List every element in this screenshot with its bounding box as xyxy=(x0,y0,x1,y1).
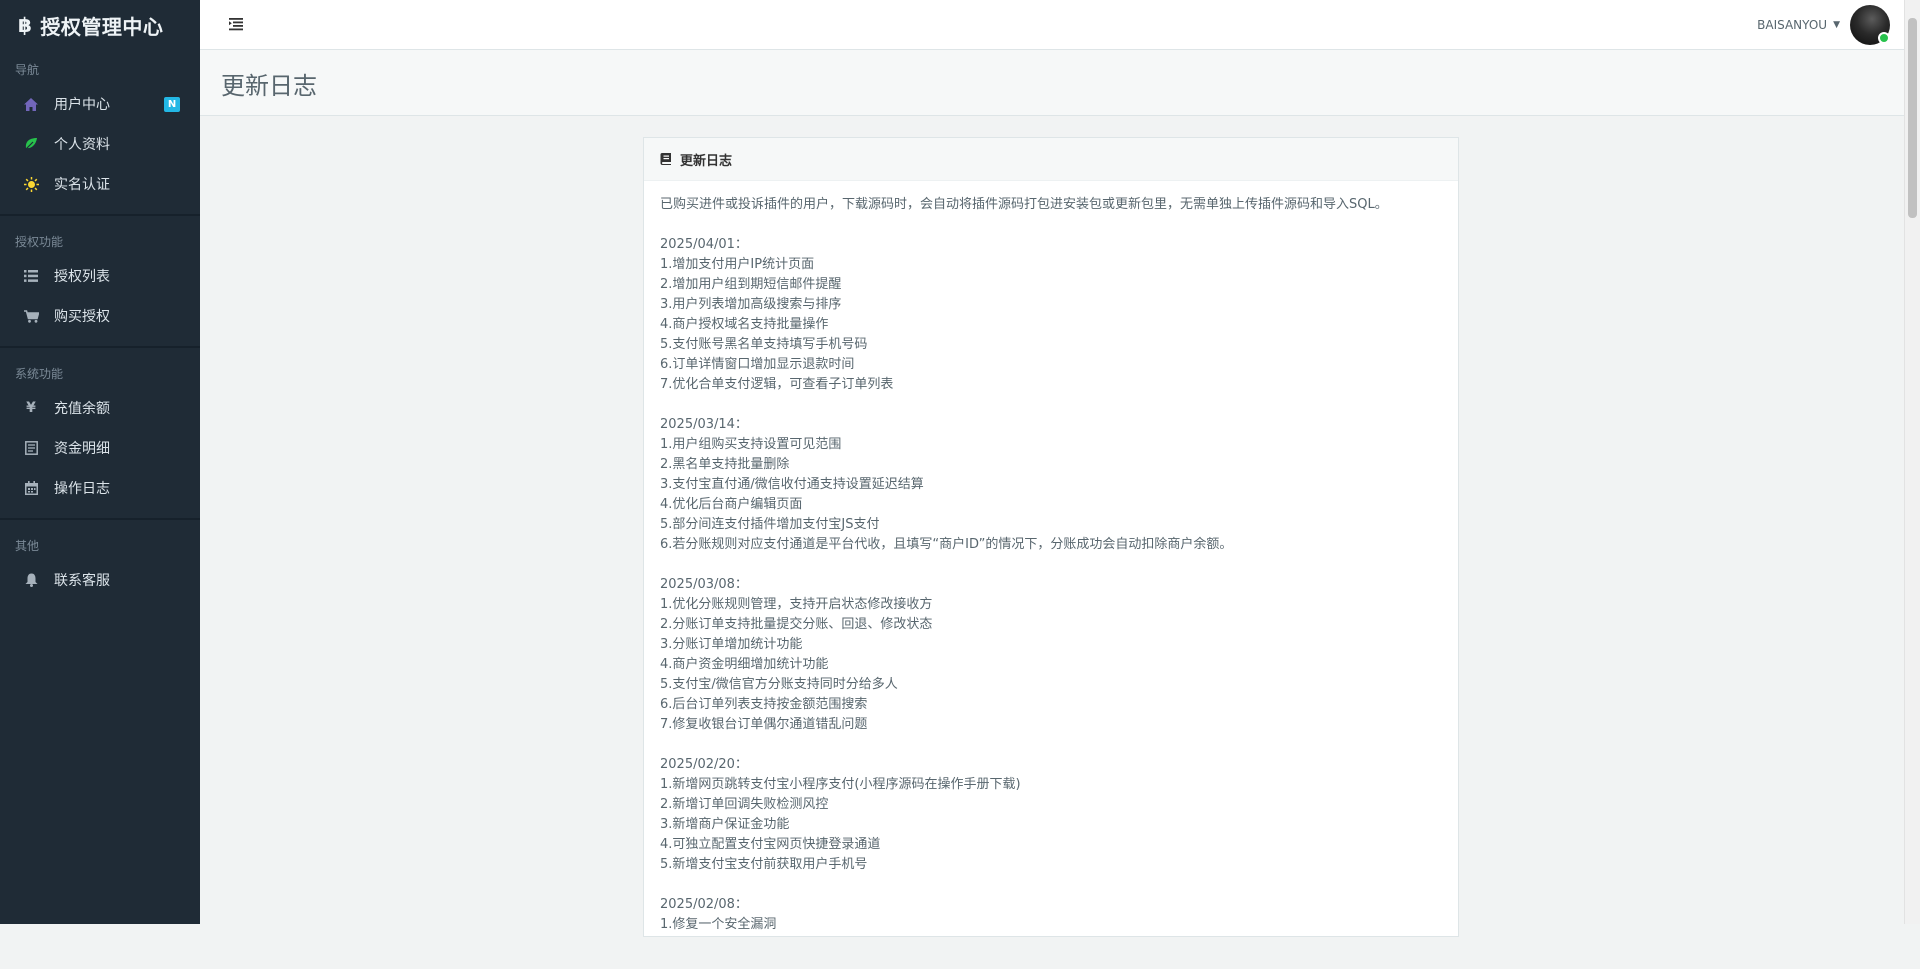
entry-item: 7.修复收银台订单偶尔通道错乱问题 xyxy=(660,717,868,732)
sidebar-item-label: 资金明细 xyxy=(54,441,110,457)
sidebar-item-label: 用户中心 xyxy=(54,97,110,113)
entry-item: 2.增加用户组到期短信邮件提醒 xyxy=(660,277,842,292)
entry-item: 3.新增商户保证金功能 xyxy=(660,817,790,832)
intro-text: 已购买进件或投诉插件的用户，下载源码时，会自动将插件源码打包进安装包或更新包里，… xyxy=(660,197,1388,212)
sidebar-divider xyxy=(0,346,200,348)
entry-item: 1.增加支付用户IP统计页面 xyxy=(660,257,815,272)
sun-icon xyxy=(22,176,40,192)
entry-item: 1.新增网页跳转支付宝小程序支付(小程序源码在操作手册下载) xyxy=(660,777,1021,792)
sidebar-item-label: 购买授权 xyxy=(54,309,110,325)
nav-section-label: 系统功能 xyxy=(15,367,64,381)
sidebar-item-verification[interactable]: 实名认证 xyxy=(0,164,200,204)
changelog-entry: 2025/02/08： 1.修复一个安全漏洞 xyxy=(660,895,1442,935)
entry-item: 3.用户列表增加高级搜索与排序 xyxy=(660,297,842,312)
entry-date: 2025/03/14： xyxy=(660,417,748,432)
username: BAISANYOU xyxy=(1757,18,1828,32)
leaf-icon xyxy=(22,137,40,151)
entry-item: 5.支付账号黑名单支持填写手机号码 xyxy=(660,337,868,352)
nav-section-label: 导航 xyxy=(15,63,40,77)
home-icon xyxy=(22,97,40,111)
bell-icon xyxy=(22,573,40,587)
entry-item: 1.修复一个安全漏洞 xyxy=(660,917,777,932)
yen-icon: ¥ xyxy=(26,400,36,416)
ledger-icon xyxy=(22,441,40,455)
entry-item: 4.商户授权域名支持批量操作 xyxy=(660,317,829,332)
page-scrollbar[interactable] xyxy=(1904,0,1920,924)
entry-item: 6.后台订单列表支持按金额范围搜索 xyxy=(660,697,868,712)
sidebar-item-operation-log[interactable]: 操作日志 xyxy=(0,468,200,508)
sidebar-item-label: 授权列表 xyxy=(54,269,110,285)
book-icon xyxy=(660,153,672,165)
sidebar-item-label: 个人资料 xyxy=(54,137,110,153)
sidebar-item-license-list[interactable]: 授权列表 xyxy=(0,256,200,296)
entry-item: 4.可独立配置支付宝网页快捷登录通道 xyxy=(660,837,881,852)
calendar-icon xyxy=(22,481,40,495)
chevron-down-icon: ▼ xyxy=(1833,20,1840,30)
changelog-entry: 2025/02/20： 1.新增网页跳转支付宝小程序支付(小程序源码在操作手册下… xyxy=(660,755,1442,875)
entry-item: 2.分账订单支持批量提交分账、回退、修改状态 xyxy=(660,617,933,632)
online-status-icon xyxy=(1878,32,1890,44)
sidebar-item-contact-support[interactable]: 联系客服 xyxy=(0,560,200,600)
panel-heading: 更新日志 xyxy=(644,138,1458,181)
sidebar-item-fund-details[interactable]: 资金明细 xyxy=(0,428,200,468)
panel-body: 已购买进件或投诉插件的用户，下载源码时，会自动将插件源码打包进安装包或更新包里，… xyxy=(644,181,1458,969)
user-menu[interactable]: BAISANYOU ▼ xyxy=(1757,4,1890,46)
nav-section-label: 授权功能 xyxy=(15,235,64,249)
entry-date: 2025/02/08： xyxy=(660,897,748,912)
list-icon xyxy=(22,270,40,282)
sidebar-toggle-icon[interactable] xyxy=(228,16,244,32)
cart-icon xyxy=(22,309,40,323)
entry-item: 4.商户资金明细增加统计功能 xyxy=(660,657,829,672)
brand-title: 授权管理中心 xyxy=(40,14,164,39)
new-badge: N xyxy=(164,97,180,112)
entry-item: 6.若分账规则对应支付通道是平台代收，且填写“商户ID”的情况下，分账成功会自动… xyxy=(660,537,1233,552)
sidebar-item-label: 操作日志 xyxy=(54,481,110,497)
sidebar-divider xyxy=(0,518,200,520)
nav-section-label: 其他 xyxy=(15,539,40,553)
entry-item: 1.优化分账规则管理，支持开启状态修改接收方 xyxy=(660,597,933,612)
bitcoin-logo-icon: ฿ xyxy=(18,13,33,37)
entry-item: 3.分账订单增加统计功能 xyxy=(660,637,803,652)
changelog-entry: 2025/03/14： 1.用户组购买支持设置可见范围 2.黑名单支持批量删除 … xyxy=(660,415,1442,555)
scrollbar-thumb[interactable] xyxy=(1908,18,1917,218)
page-title: 更新日志 xyxy=(221,72,317,100)
entry-item: 5.新增支付宝支付前获取用户手机号 xyxy=(660,857,868,872)
entry-item: 5.部分间连支付插件增加支付宝JS支付 xyxy=(660,517,880,532)
sidebar-item-user-center[interactable]: 用户中心 N xyxy=(0,84,200,124)
top-header: BAISANYOU ▼ xyxy=(200,0,1904,50)
sidebar-item-label: 充值余额 xyxy=(54,401,110,417)
entry-item: 3.支付宝直付通/微信收付通支持设置延迟结算 xyxy=(660,477,924,492)
avatar[interactable] xyxy=(1850,5,1890,45)
entry-date: 2025/04/01： xyxy=(660,237,748,252)
changelog-panel: 更新日志 已购买进件或投诉插件的用户，下载源码时，会自动将插件源码打包进安装包或… xyxy=(643,137,1459,937)
changelog-entry: 2025/03/08： 1.优化分账规则管理，支持开启状态修改接收方 2.分账订… xyxy=(660,575,1442,735)
brand[interactable]: ฿ 授权管理中心 xyxy=(0,0,200,50)
entry-item: 2.新增订单回调失败检测风控 xyxy=(660,797,829,812)
entry-date: 2025/02/20： xyxy=(660,757,748,772)
entry-item: 2.黑名单支持批量删除 xyxy=(660,457,790,472)
page-title-bar: 更新日志 xyxy=(200,50,1904,116)
entry-item: 7.优化合单支付逻辑，可查看子订单列表 xyxy=(660,377,894,392)
entry-item: 4.优化后台商户编辑页面 xyxy=(660,497,803,512)
panel-title: 更新日志 xyxy=(680,153,733,169)
entry-item: 5.支付宝/微信官方分账支持同时分给多人 xyxy=(660,677,898,692)
entry-item: 1.用户组购买支持设置可见范围 xyxy=(660,437,842,452)
sidebar: ฿ 授权管理中心 导航 用户中心 N 个人资料 实名认证 授权功能 授权列表 购… xyxy=(0,0,200,924)
entry-date: 2025/03/08： xyxy=(660,577,748,592)
sidebar-item-profile[interactable]: 个人资料 xyxy=(0,124,200,164)
sidebar-item-recharge[interactable]: ¥ 充值余额 xyxy=(0,388,200,428)
sidebar-item-label: 联系客服 xyxy=(54,573,110,589)
entry-item: 6.订单详情窗口增加显示退款时间 xyxy=(660,357,855,372)
changelog-entry: 2025/04/01： 1.增加支付用户IP统计页面 2.增加用户组到期短信邮件… xyxy=(660,235,1442,395)
sidebar-item-buy-license[interactable]: 购买授权 xyxy=(0,296,200,336)
sidebar-divider xyxy=(0,214,200,216)
sidebar-item-label: 实名认证 xyxy=(54,177,110,193)
